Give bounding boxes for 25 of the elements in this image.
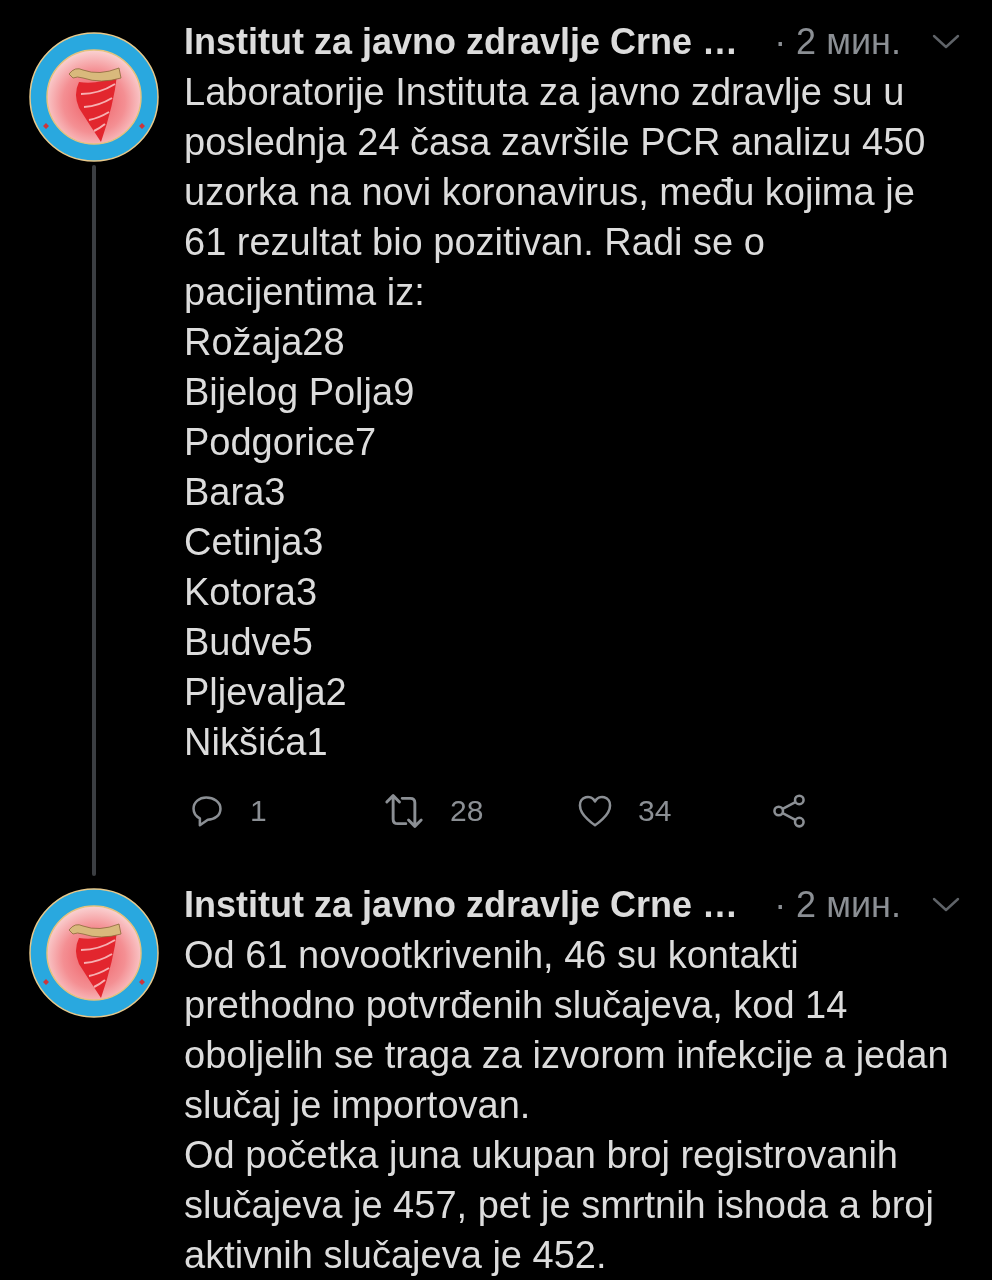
tweet-text: Rožaja28 [184, 320, 346, 365]
tweet-text: Podgorice7 [184, 420, 378, 465]
tweet-text: Budve5 [184, 620, 314, 665]
tweet-text: Bara3 [184, 470, 287, 515]
tweet-time: · 2 мин. [774, 883, 901, 927]
tweet-text: Od početka juna ukupan broj registrovanih slučajeva je 457, pet je smrtnih ishoda a broj aktivnih slučajeva je 452. [184, 1133, 935, 1278]
tweet-text: Kotora3 [184, 570, 319, 615]
reply-button[interactable]: 1 [188, 792, 267, 830]
tweet-text: Cetinja3 [184, 520, 325, 565]
avatar-icon[interactable] [29, 888, 159, 1018]
share-icon [770, 792, 808, 830]
retweet-button[interactable]: 28 [382, 792, 484, 830]
like-button[interactable]: 34 [576, 792, 672, 830]
tweet-text: Nikšića1 [184, 720, 329, 765]
share-button[interactable] [770, 792, 808, 830]
tweet-text: Laboratorije Instituta za javno zdravlje su u poslednja 24 časa završile PCR analizu 450 uzorka na novi koronavirus, među kojima je 61 rezultat bio pozitivan. Radi se o pacijentima iz: [184, 70, 927, 315]
avatar-icon[interactable] [29, 32, 159, 162]
tweet-time: · 2 мин. [774, 20, 901, 64]
chevron-down-icon[interactable] [932, 897, 960, 913]
tweet-text: Pljevalja2 [184, 670, 348, 715]
tweet-text: Od 61 novootkrivenih, 46 su kontakti prethodno potvrđenih slučajeva, kod 14 oboljelih se traga za izvorom infekcije a jedan slučaj je importovan. [184, 933, 950, 1128]
chevron-down-icon[interactable] [932, 34, 960, 50]
author-name[interactable]: Institut za javno zdravlje Crne … [184, 880, 739, 930]
tweet-text: Bijelog Polja9 [184, 370, 416, 415]
author-name[interactable]: Institut za javno zdravlje Crne … [184, 17, 739, 67]
